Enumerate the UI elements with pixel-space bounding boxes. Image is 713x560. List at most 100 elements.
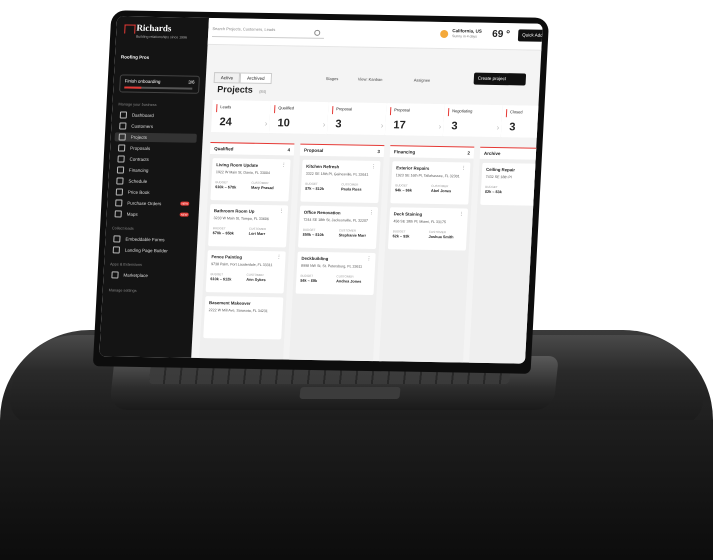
tab-active[interactable]: Active <box>213 72 241 84</box>
sidebar-item-landing-page-builder[interactable]: Landing Page Builder <box>109 245 191 255</box>
stage-marker <box>505 109 508 118</box>
stage-closed[interactable]: Closed 3 <box>500 105 543 139</box>
laptop-screen: Richards Building relationships since 19… <box>99 16 543 364</box>
form-icon <box>113 235 121 243</box>
stage-proposal[interactable]: Proposal 3 › <box>326 102 388 136</box>
onboarding-progress-fill <box>124 86 142 89</box>
weather-forecast: Sunny in 4 days <box>451 34 478 39</box>
sidebar-item-customers[interactable]: Customers <box>115 121 197 131</box>
stage-negotiating[interactable]: Negotiating 3 › <box>442 104 504 138</box>
column-qualified: Qualified 4 Living Room Update ⋮ 1922 W Mai… <box>198 142 295 364</box>
trackpad <box>299 387 401 399</box>
stage-leads[interactable]: Leads 24 › <box>211 100 272 134</box>
pedestal-face <box>0 420 713 560</box>
column-header: Proposal 3 <box>299 143 385 158</box>
stages-toggle[interactable]: Stages <box>326 76 339 81</box>
brand-tagline: Building relationships since 1996 <box>135 34 188 40</box>
project-card[interactable]: Exterior Repairs ⋮ 1923 SE 16th Pl, Tallah… <box>390 161 471 205</box>
sidebar-item-proposals[interactable]: Proposals <box>114 143 196 153</box>
org-switcher[interactable]: Roofing Pros <box>121 54 149 59</box>
sidebar: Richards Building relationships since 19… <box>99 16 209 358</box>
column-proposal: Proposal 3 Kitchen Refresh ⋮ 3322 SE 18th P… <box>288 143 385 364</box>
project-card[interactable]: Deckbuilding ⋮ 8998 NW St, St. Petersburg,… <box>295 251 376 295</box>
section-leads: Collect leads <box>111 226 134 231</box>
sidebar-item-financing[interactable]: Financing <box>113 165 195 175</box>
assignee-select[interactable]: Assignee <box>414 78 431 83</box>
projects-icon <box>118 133 126 141</box>
map-icon <box>114 210 122 218</box>
stage-marker <box>447 108 450 117</box>
financing-icon <box>116 166 125 174</box>
project-card[interactable]: Ceiling Repair 7432 SE 18th Pl BUDGET $2k –… <box>480 162 543 207</box>
sidebar-item-price-book[interactable]: Price Book <box>112 187 194 197</box>
sidebar-item-maps[interactable]: Maps NEW <box>110 209 192 219</box>
onboarding-label: Finish onboarding <box>124 78 161 85</box>
sidebar-item-projects[interactable]: Projects <box>114 132 197 143</box>
chevron-right-icon: › <box>264 118 268 129</box>
sidebar-item-schedule[interactable]: Schedule <box>112 176 194 186</box>
section-apps: Apps & Extensions <box>109 262 143 267</box>
calendar-icon <box>116 177 124 185</box>
stage-marker <box>216 104 218 113</box>
customers-icon <box>119 122 127 130</box>
section-manage: Manage your business <box>118 102 157 108</box>
top-bar: Search Projects, Customers, Leads Califo… <box>207 17 543 51</box>
more-icon[interactable]: ⋮ <box>366 256 371 262</box>
more-icon[interactable]: ⋮ <box>276 254 281 260</box>
project-count: (84) <box>259 88 267 94</box>
project-card[interactable]: Deck Staining ⋮ 456 SE 18th Pl, Miami, FL … <box>387 207 469 251</box>
logo-roof-icon <box>124 24 136 34</box>
page-icon <box>112 246 121 254</box>
new-badge: NEW <box>180 201 190 206</box>
stage-marker <box>389 107 392 116</box>
sidebar-item-contracts[interactable]: Contracts <box>113 154 195 164</box>
view-select[interactable]: View: Kanban <box>358 77 383 82</box>
search-input[interactable]: Search Projects, Customers, Leads <box>211 25 325 39</box>
sidebar-item-dashboard[interactable]: Dashboard <box>116 110 198 120</box>
more-icon[interactable]: ⋮ <box>369 210 374 216</box>
stage-qualified[interactable]: Qualified 10 › <box>268 101 330 135</box>
contracts-icon <box>117 155 125 163</box>
project-card[interactable]: Basement Makeover 2222 W Mill Ave, Saraso… <box>203 296 284 340</box>
more-icon[interactable]: ⋮ <box>281 162 286 168</box>
chevron-right-icon: › <box>380 120 384 131</box>
more-icon[interactable]: ⋮ <box>279 208 284 214</box>
stage-marker <box>274 105 276 114</box>
dashboard-icon <box>119 111 128 119</box>
onboarding-card[interactable]: Finish onboarding 3/6 <box>119 74 200 94</box>
chevron-right-icon: › <box>496 123 500 133</box>
book-icon <box>115 188 124 196</box>
column-header: Qualified 4 <box>209 142 295 156</box>
column-financing: Financing 2 Exterior Repairs ⋮ 1923 SE 16th… <box>378 145 475 364</box>
weather-location: California, US <box>452 28 482 34</box>
store-icon <box>111 271 119 279</box>
project-card[interactable]: Bathroom Room Up ⋮ 3233 W Main St, Tampa, … <box>208 204 289 248</box>
project-card[interactable]: Office Renovation ⋮ 7244 SE 18th St, Jacks… <box>297 205 379 250</box>
weather-sun-icon <box>439 29 449 39</box>
project-card[interactable]: Fence Painting ⋮ 9738 Palm, Fort Lauderdal… <box>205 250 286 294</box>
column-header: Financing 2 <box>389 145 475 159</box>
cart-icon <box>115 199 123 207</box>
proposals-icon <box>117 144 126 152</box>
column-header: Archive <box>479 146 543 161</box>
sidebar-item-embeddable-forms[interactable]: Embeddable Forms <box>109 234 191 244</box>
more-icon[interactable]: ⋮ <box>461 165 466 171</box>
tab-archived[interactable]: Archived <box>239 72 272 85</box>
stage-marker <box>331 106 334 115</box>
project-card[interactable]: Living Room Update ⋮ 1922 W Main St, Dania… <box>210 158 291 202</box>
section-settings: Manage settings <box>108 288 137 293</box>
page-title: Projects <box>217 84 254 95</box>
sidebar-item-purchase-orders[interactable]: Purchase Orders NEW <box>111 198 193 208</box>
create-project-button[interactable]: Create project <box>473 72 527 86</box>
quick-add-button[interactable]: Quick Add <box>517 29 543 43</box>
tab-bar: Active Archived <box>213 72 272 85</box>
stage-proposal-2[interactable]: Proposal 17 › <box>384 103 446 137</box>
chevron-right-icon: › <box>438 122 442 132</box>
new-badge: NEW <box>179 212 189 217</box>
sidebar-item-marketplace[interactable]: Marketplace <box>107 270 189 280</box>
project-card[interactable]: Kitchen Refresh ⋮ 3322 SE 18th Pl, Gainesv… <box>300 159 381 204</box>
more-icon[interactable]: ⋮ <box>371 164 376 170</box>
chevron-right-icon: › <box>322 119 326 130</box>
temperature: 69 ° <box>491 28 511 41</box>
more-icon[interactable]: ⋮ <box>459 211 464 217</box>
